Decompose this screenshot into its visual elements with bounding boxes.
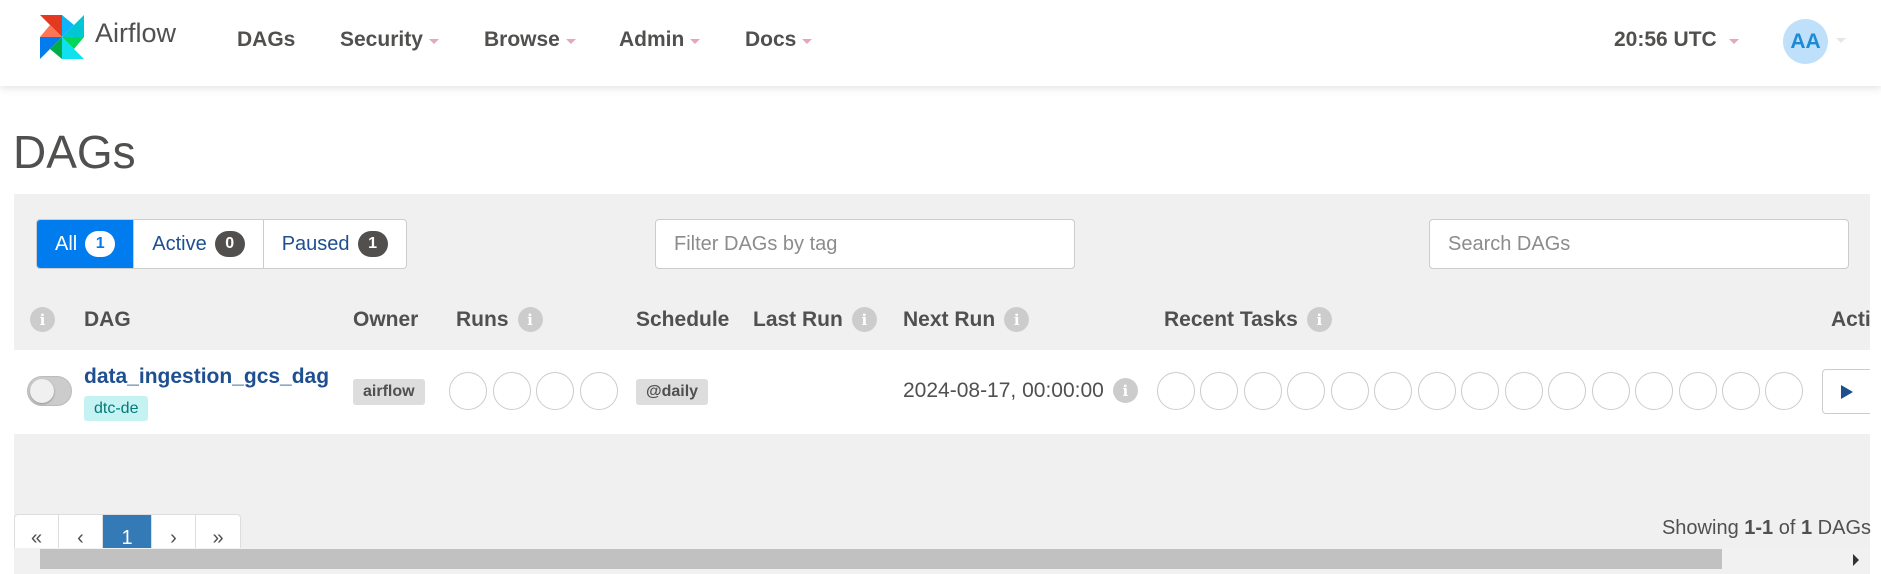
showing-prefix: Showing [1661, 517, 1739, 539]
brand-name: Airflow [95, 17, 177, 48]
showing-total: 1 [1800, 517, 1813, 539]
play-icon [1840, 384, 1853, 399]
nav-docs[interactable]: Docs [745, 28, 813, 52]
info-icon[interactable]: i [851, 307, 877, 332]
task-status-circle[interactable] [1418, 372, 1456, 410]
task-status-circle[interactable] [1765, 372, 1803, 410]
filter-all-label: All [55, 232, 78, 255]
next-run-value: 2024-08-17, 00:00:00 [903, 378, 1104, 402]
task-status-circle[interactable] [1592, 372, 1630, 410]
header-owner[interactable]: Owner [353, 308, 418, 332]
header-next-run[interactable]: Next Run i [903, 307, 1030, 332]
run-status-circle[interactable] [493, 372, 531, 410]
header-recent-tasks-label: Recent Tasks [1164, 307, 1298, 331]
dag-tag[interactable]: dtc-de [84, 396, 149, 421]
task-status-circle[interactable] [1157, 372, 1195, 410]
header-last-run-label: Last Run [753, 307, 843, 331]
showing-of: of [1778, 517, 1796, 539]
task-status-circle[interactable] [1331, 372, 1369, 410]
caret-down-icon [428, 38, 439, 44]
nav-dags-label: DAGs [237, 28, 296, 51]
status-filter-group: All 1 Active 0 Paused 1 [36, 219, 407, 269]
task-status-circle[interactable] [1244, 372, 1282, 410]
user-avatar[interactable]: AA [1783, 19, 1828, 64]
nav-security-label: Security [340, 28, 423, 51]
airflow-logo-icon [40, 15, 84, 59]
nav-browse-label: Browse [484, 28, 560, 51]
toggle-knob [30, 379, 54, 403]
search-dags-input[interactable] [1429, 219, 1849, 269]
task-status-circle[interactable] [1505, 372, 1543, 410]
tag-filter-input[interactable] [655, 219, 1075, 269]
showing-suffix: DAGs [1817, 517, 1871, 539]
caret-down-icon [802, 38, 813, 44]
showing-count: Showing 1-1 of 1 DAGs [1662, 517, 1871, 540]
task-status-circle[interactable] [1461, 372, 1499, 410]
header-actions: Acti [1831, 308, 1871, 332]
owner-label[interactable]: airflow [353, 379, 425, 405]
scrollbar-thumb[interactable] [40, 549, 1722, 569]
nav-docs-label: Docs [745, 28, 797, 51]
page-title: DAGs [13, 126, 136, 178]
filter-paused-count: 1 [357, 231, 388, 257]
schedule-label[interactable]: @daily [636, 379, 709, 405]
task-status-circle[interactable] [1200, 372, 1238, 410]
info-icon[interactable]: i [30, 307, 55, 332]
header-next-run-label: Next Run [903, 307, 996, 331]
filter-all-count: 1 [85, 231, 116, 257]
filter-active-label: Active [152, 232, 207, 255]
header-actions-label: Acti [1831, 308, 1871, 331]
showing-range: 1-1 [1744, 517, 1774, 539]
top-navbar: Airflow DAGs Security Browse Admin Docs … [0, 0, 1881, 86]
run-status-circle[interactable] [449, 372, 487, 410]
airflow-brand[interactable]: Airflow [34, 9, 176, 65]
caret-down-icon [565, 38, 576, 44]
header-schedule[interactable]: Schedule [636, 308, 729, 332]
header-runs-label: Runs [456, 307, 509, 331]
task-status-circle[interactable] [1548, 372, 1586, 410]
info-icon[interactable]: i [1112, 378, 1138, 403]
nav-admin-label: Admin [619, 28, 685, 51]
caret-down-icon [1728, 38, 1739, 44]
current-time: 20:56 UTC [1614, 28, 1717, 51]
nav-security[interactable]: Security [340, 28, 439, 52]
info-icon[interactable]: i [1004, 307, 1030, 332]
filter-active-button[interactable]: Active 0 [134, 220, 264, 268]
header-runs: Runs i [456, 307, 543, 332]
filter-paused-label: Paused [281, 232, 350, 255]
header-dag-label: DAG [84, 308, 131, 331]
timezone-dropdown[interactable]: 20:56 UTC [1614, 28, 1739, 52]
run-status-circle[interactable] [580, 372, 618, 410]
nav-dags[interactable]: DAGs [237, 28, 295, 52]
header-dag[interactable]: DAG [84, 308, 131, 332]
header-owner-label: Owner [353, 308, 419, 331]
caret-down-icon[interactable] [1836, 38, 1846, 43]
info-icon[interactable]: i [1306, 307, 1332, 332]
run-status-circle[interactable] [536, 372, 574, 410]
task-status-circle[interactable] [1635, 372, 1673, 410]
task-status-circle[interactable] [1722, 372, 1760, 410]
header-recent-tasks: Recent Tasks i [1164, 307, 1332, 332]
filter-active-count: 0 [214, 231, 245, 257]
caret-down-icon [690, 38, 701, 44]
task-status-circle[interactable] [1287, 372, 1325, 410]
header-schedule-label: Schedule [636, 308, 730, 331]
nav-browse[interactable]: Browse [484, 28, 576, 52]
nav-admin[interactable]: Admin [619, 28, 701, 52]
next-run: 2024-08-17, 00:00:00 i [903, 378, 1138, 403]
dag-id-link[interactable]: data_ingestion_gcs_dag [84, 365, 329, 389]
dag-pause-toggle[interactable] [27, 376, 72, 406]
header-last-run: Last Run i [753, 307, 877, 332]
task-status-circle[interactable] [1374, 372, 1412, 410]
scroll-right-arrow-icon[interactable] [1853, 554, 1859, 566]
info-icon[interactable]: i [517, 307, 543, 332]
filter-all-button[interactable]: All 1 [37, 220, 135, 268]
filter-paused-button[interactable]: Paused 1 [264, 220, 406, 268]
task-status-circle[interactable] [1679, 372, 1717, 410]
trigger-dag-button[interactable] [1822, 369, 1870, 414]
